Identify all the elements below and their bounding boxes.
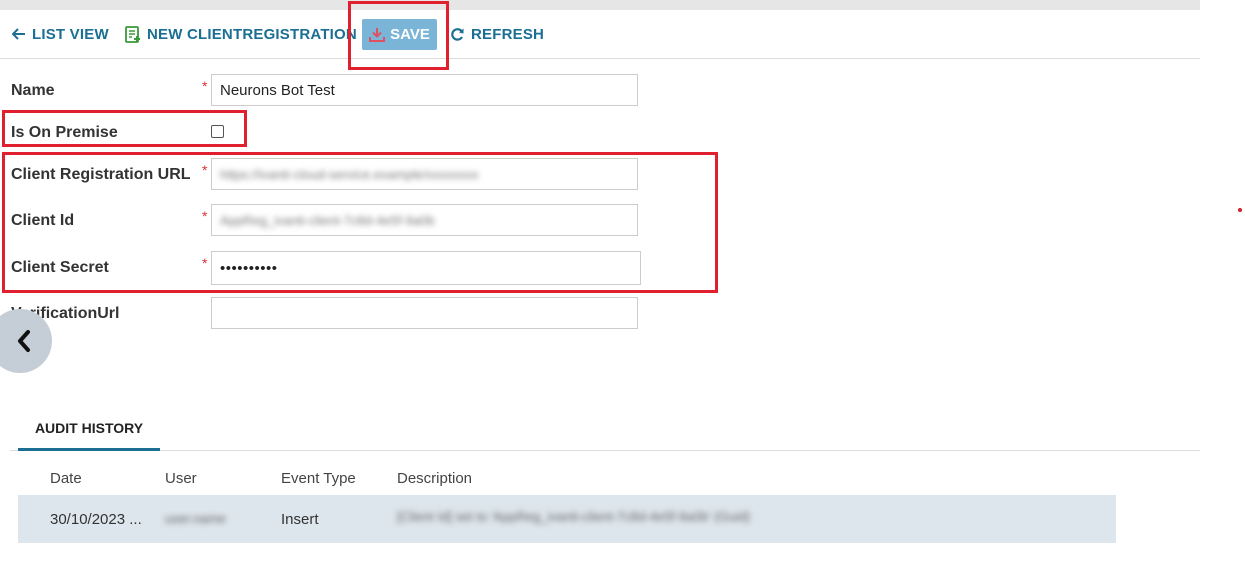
toolbar: LIST VIEW NEW CLIENTREGISTRATION SAVE RE…	[0, 10, 1200, 59]
required-marker: *	[202, 78, 208, 94]
column-header-user[interactable]: User	[165, 470, 197, 487]
tab-bar: AUDIT HISTORY	[10, 408, 1200, 451]
client-registration-url-value: https://ivanti-cloud-service.example/xxx…	[220, 166, 479, 182]
save-icon	[369, 28, 386, 42]
refresh-icon	[451, 27, 464, 41]
new-record-icon	[125, 25, 140, 43]
tab-audit-history-label: AUDIT HISTORY	[34, 420, 144, 436]
row-user: user.name	[165, 511, 226, 526]
audit-grid-header: Date User Event Type Description	[18, 462, 1116, 494]
refresh-label: REFRESH	[471, 25, 545, 43]
new-client-registration-button[interactable]: NEW CLIENTREGISTRATION	[125, 23, 357, 45]
chevron-left-icon	[18, 330, 30, 352]
row-date: 30/10/2023 ...	[50, 511, 142, 528]
column-header-date[interactable]: Date	[50, 470, 82, 487]
name-label: Name	[11, 82, 55, 99]
save-button[interactable]: SAVE	[362, 19, 437, 50]
on-premise-label: Is On Premise	[11, 124, 118, 141]
save-label: SAVE	[390, 26, 430, 43]
refresh-button[interactable]: REFRESH	[450, 23, 544, 45]
new-client-registration-label: NEW CLIENTREGISTRATION	[147, 25, 357, 43]
client-id-label: Client Id	[11, 212, 75, 229]
verification-url-input[interactable]	[211, 297, 638, 329]
client-registration-url-input[interactable]: https://ivanti-cloud-service.example/xxx…	[211, 158, 638, 190]
client-secret-input[interactable]: ••••••••••	[211, 251, 641, 285]
row-description: [Client Id] set to 'AppReg_ivanti-client…	[397, 509, 751, 524]
row-event-type: Insert	[281, 511, 319, 528]
client-secret-value: ••••••••••	[220, 259, 278, 277]
list-view-label: LIST VIEW	[32, 25, 109, 43]
required-marker: *	[202, 208, 208, 224]
required-marker: *	[202, 162, 208, 178]
required-marker: *	[202, 255, 208, 271]
column-header-description[interactable]: Description	[397, 470, 472, 487]
client-id-value: AppReg_ivanti-client-7c8d-4e5f-9a0b	[220, 212, 435, 228]
on-premise-checkbox[interactable]	[211, 125, 224, 138]
table-row[interactable]: 30/10/2023 ... user.name Insert [Client …	[18, 495, 1116, 543]
client-id-input[interactable]: AppReg_ivanti-client-7c8d-4e5f-9a0b	[211, 204, 638, 236]
client-secret-label: Client Secret	[11, 259, 109, 276]
top-bar	[0, 0, 1200, 10]
client-registration-url-label: Client Registration URL	[11, 166, 191, 183]
name-input[interactable]	[211, 74, 638, 106]
tab-audit-history[interactable]: AUDIT HISTORY	[18, 408, 160, 451]
list-view-button[interactable]: LIST VIEW	[12, 23, 109, 45]
marker-dot	[1238, 208, 1242, 212]
column-header-event-type[interactable]: Event Type	[281, 470, 356, 487]
arrow-left-icon	[12, 28, 25, 40]
